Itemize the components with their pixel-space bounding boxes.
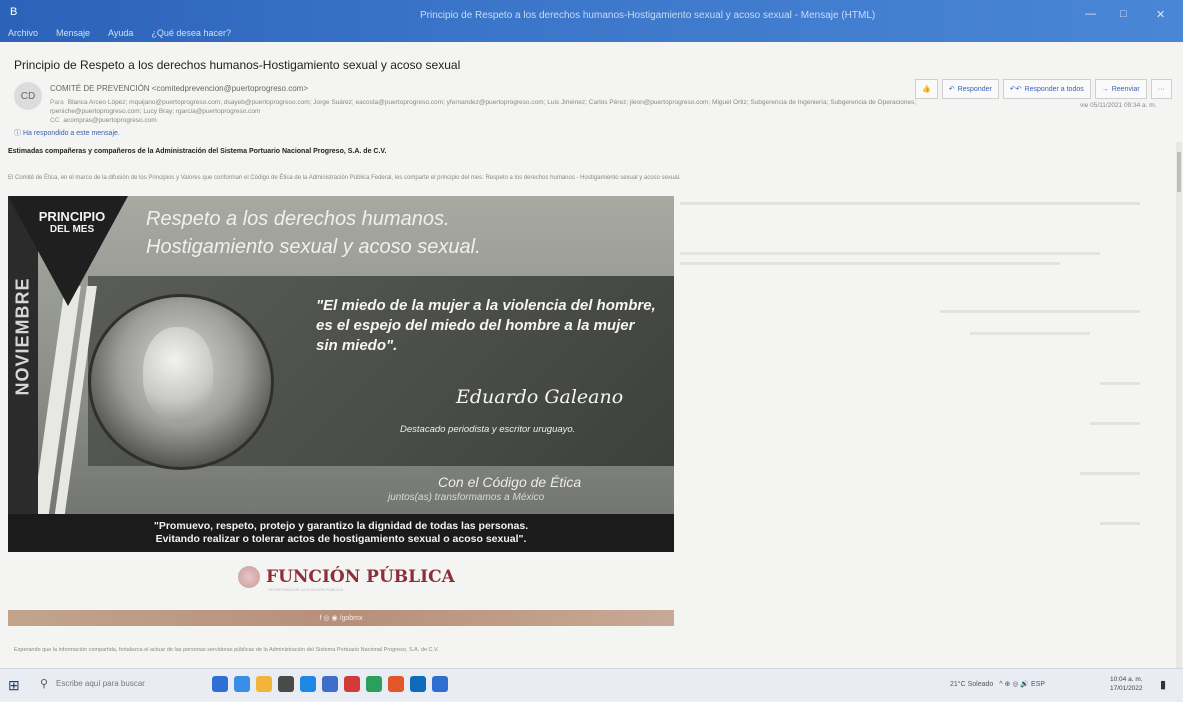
principle-banner-image: NOVIEMBRE PRINCIPIO DEL MES Respeto a lo… xyxy=(8,196,674,552)
reply-all-label: Responder a todos xyxy=(1024,85,1084,93)
taskbar-app-icon[interactable] xyxy=(212,676,228,692)
banner-heading-line2: Hostigamiento sexual y acoso sexual. xyxy=(146,236,481,258)
app-name: B xyxy=(10,6,18,18)
reply-icon: ↶ xyxy=(948,86,955,93)
banner-author-desc: Destacado periodista y escritor uruguayo… xyxy=(400,424,576,435)
forward-label: Reenviar xyxy=(1111,85,1140,93)
clock-date: 17/01/2022 xyxy=(1110,685,1143,692)
social-media-bar: f ◎ ◉ /gobmx xyxy=(8,610,674,626)
recipients-block: Para Blanca Arceo López; mquijano@puertop… xyxy=(50,98,930,125)
search-icon[interactable]: ⚲ xyxy=(40,677,48,690)
email-intro: El Comité de Ética, en el marco de la di… xyxy=(8,175,681,181)
reply-label: Responder xyxy=(957,85,992,93)
info-notice-text: Ha respondido a este mensaje. xyxy=(22,130,120,137)
tray-icons[interactable]: ^ ⊕ ◎ 🔊 ESP xyxy=(999,680,1045,688)
ribbon-tab-archivo[interactable]: Archivo xyxy=(8,28,38,38)
to-label: Para xyxy=(50,99,64,106)
email-footer-text: Esperando que la información compartida,… xyxy=(14,647,439,653)
forward-icon: → xyxy=(1101,85,1109,93)
window-titlebar: B Principio de Respeto a los derechos hu… xyxy=(0,0,1183,42)
banner-principle-badge: PRINCIPIO DEL MES xyxy=(28,210,116,236)
maximize-button[interactable]: □ xyxy=(1120,8,1127,20)
weather-widget[interactable]: 21°C Soleado xyxy=(950,681,993,688)
reply-all-icon: ↶↶ xyxy=(1009,86,1022,93)
principle-line2: DEL MES xyxy=(49,224,95,235)
taskbar-app-icon[interactable] xyxy=(300,676,316,692)
recipients-list[interactable]: Blanca Arceo López; mquijano@puertoprogr… xyxy=(50,99,916,115)
portrait-face xyxy=(143,327,213,422)
cc-list[interactable]: acompras@puertoprogreso.com xyxy=(63,117,156,124)
banner-ethics-line2: juntos(as) transformamos a México xyxy=(388,492,545,503)
info-notice[interactable]: ⓘ Ha respondido a este mensaje. xyxy=(14,128,120,138)
ribbon-tab-mensaje[interactable]: Mensaje xyxy=(56,28,90,38)
taskbar-app-icon[interactable] xyxy=(410,676,426,692)
taskbar-app-icon[interactable] xyxy=(366,676,382,692)
like-icon: 👍 xyxy=(922,86,931,93)
reply-button[interactable]: ↶ Responder xyxy=(941,79,999,99)
sender-name[interactable]: COMITÉ DE PREVENCIÓN <comitedprevencion@… xyxy=(50,84,308,93)
taskbar-app-icon[interactable] xyxy=(344,676,360,692)
forward-button[interactable]: → Reenviar xyxy=(1094,79,1147,99)
sender-avatar[interactable]: CD xyxy=(14,82,42,110)
info-icon: ⓘ xyxy=(14,130,23,137)
reading-pane: Principio de Respeto a los derechos huma… xyxy=(0,42,1183,702)
seal-icon xyxy=(238,566,260,588)
commitment-line1: "Promuevo, respeto, protejo y garantizo … xyxy=(153,520,529,532)
clock-time: 10:04 a. m. xyxy=(1110,676,1143,683)
taskbar-clock[interactable]: 10:04 a. m. 17/01/2022 xyxy=(1110,675,1143,693)
more-actions-button[interactable]: ··· xyxy=(1150,79,1172,99)
taskbar-app-icon[interactable] xyxy=(322,676,338,692)
close-button[interactable]: ✕ xyxy=(1156,8,1165,21)
notification-icon[interactable]: ▮ xyxy=(1160,678,1166,691)
vertical-scrollbar[interactable] xyxy=(1176,142,1182,702)
banner-ethics-line1: Con el Código de Ética xyxy=(438,474,582,490)
taskbar-app-icon[interactable] xyxy=(234,676,250,692)
sent-date: vie 05/11/2021 09:34 a. m. xyxy=(1080,102,1157,109)
principle-line1: PRINCIPIO xyxy=(38,209,106,224)
taskbar-app-icon[interactable] xyxy=(278,676,294,692)
author-portrait xyxy=(88,294,274,470)
funcion-publica-text: FUNCIÓN PÚBLICA xyxy=(266,567,455,587)
commitment-line2: Evitando realizar o tolerar actos de hos… xyxy=(155,533,527,545)
message-actions: 👍 ↶ Responder ↶↶ Responder a todos → Reenvi… xyxy=(915,79,1172,99)
funcion-publica-logo: FUNCIÓN PÚBLICA xyxy=(238,566,455,588)
taskbar-app-icon[interactable] xyxy=(256,676,272,692)
taskbar-search-input[interactable]: Escribe aquí para buscar xyxy=(56,679,145,688)
windows-taskbar: ⊞ ⚲ Escribe aquí para buscar 21°C Solead… xyxy=(0,668,1183,701)
email-subject: Principio de Respeto a los derechos huma… xyxy=(14,58,461,72)
background-faded-content xyxy=(680,192,1160,612)
banner-heading-line1: Respeto a los derechos humanos. xyxy=(146,208,450,230)
banner-commitment-bar: "Promuevo, respeto, protejo y garantizo … xyxy=(8,514,674,552)
reply-all-button[interactable]: ↶↶ Responder a todos xyxy=(1002,79,1091,99)
ribbon-tab-ayuda[interactable]: Ayuda xyxy=(108,28,133,38)
tell-me-search[interactable]: ¿Qué desea hacer? xyxy=(151,28,231,38)
email-greeting: Estimadas compañeras y compañeros de la … xyxy=(8,148,387,155)
cc-label: CC xyxy=(50,117,60,124)
taskbar-app-icon[interactable] xyxy=(388,676,404,692)
taskbar-app-icon[interactable] xyxy=(432,676,448,692)
funcion-publica-subtitle: SECRETARÍA DE LA FUNCIÓN PÚBLICA xyxy=(268,587,344,592)
banner-quote: "El miedo de la mujer a la violencia del… xyxy=(316,297,656,354)
window-title: Principio de Respeto a los derechos huma… xyxy=(420,10,876,21)
system-tray: 21°C Soleado ^ ⊕ ◎ 🔊 ESP xyxy=(950,680,1045,689)
banner-author: Eduardo Galeano xyxy=(456,386,624,408)
social-links[interactable]: f ◎ ◉ /gobmx xyxy=(320,614,363,622)
taskbar-apps xyxy=(212,676,448,692)
windows-icon[interactable]: ⊞ xyxy=(8,677,20,694)
minimize-button[interactable]: — xyxy=(1085,8,1096,20)
like-button[interactable]: 👍 xyxy=(915,79,938,99)
scrollbar-thumb[interactable] xyxy=(1177,152,1181,192)
ribbon-tabs: Archivo Mensaje Ayuda ¿Qué desea hacer? xyxy=(8,28,231,38)
